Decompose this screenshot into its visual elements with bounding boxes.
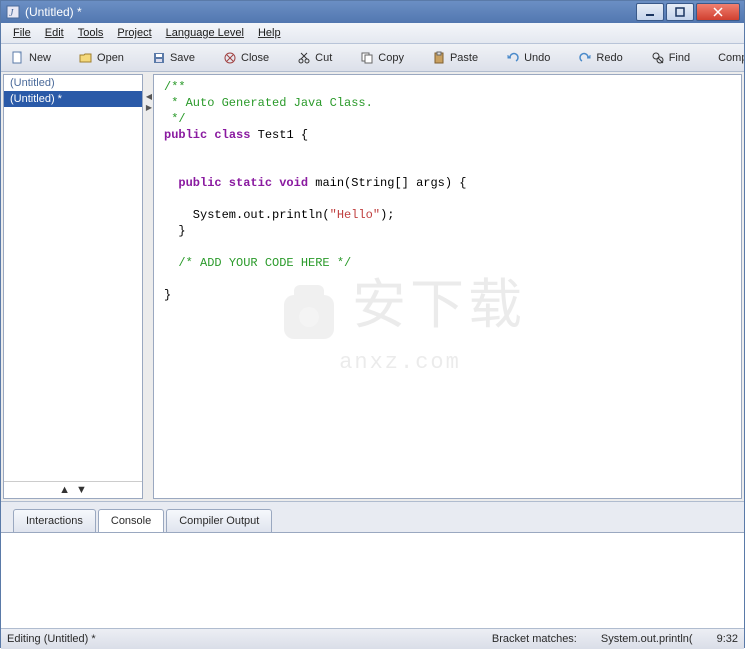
save-button[interactable]: Save xyxy=(152,51,195,65)
menubar: File Edit Tools Project Language Level H… xyxy=(1,23,744,44)
redo-button[interactable]: Redo xyxy=(578,51,622,65)
code-token: Test1 { xyxy=(250,128,308,142)
status-bracket-match: System.out.println( xyxy=(601,633,693,645)
save-label: Save xyxy=(170,52,195,64)
code-token: void xyxy=(272,176,308,190)
cut-label: Cut xyxy=(315,52,332,64)
tab-compiler-output[interactable]: Compiler Output xyxy=(166,509,272,532)
vertical-splitter[interactable]: ◀ ▶ xyxy=(145,72,153,501)
menu-file[interactable]: File xyxy=(7,25,37,41)
file-item[interactable]: (Untitled) * xyxy=(4,91,142,107)
code-line: */ xyxy=(164,112,186,126)
file-list: (Untitled) (Untitled) * xyxy=(4,75,142,481)
redo-label: Redo xyxy=(596,52,622,64)
file-sidebar: (Untitled) (Untitled) * ▲ ▼ xyxy=(3,74,143,499)
undo-label: Undo xyxy=(524,52,550,64)
main-area: (Untitled) (Untitled) * ▲ ▼ ◀ ▶ /** * Au… xyxy=(1,72,744,501)
close-toolbar-button[interactable]: Close xyxy=(223,51,269,65)
code-token: class xyxy=(207,128,250,142)
window-titlebar: J (Untitled) * xyxy=(1,1,744,23)
code-token: public xyxy=(164,128,207,142)
sidebar-down-icon[interactable]: ▼ xyxy=(76,484,87,496)
splitter-arrow-left-icon[interactable]: ◀ xyxy=(146,92,152,101)
menu-tools[interactable]: Tools xyxy=(72,25,110,41)
code-editor[interactable]: /** * Auto Generated Java Class. */ publ… xyxy=(153,74,742,499)
compile-label: Comp xyxy=(718,52,744,64)
find-button[interactable]: Find xyxy=(651,51,690,65)
minimize-button[interactable] xyxy=(636,3,664,21)
code-token: System.out.println( xyxy=(164,208,330,222)
open-label: Open xyxy=(97,52,124,64)
close-label: Close xyxy=(241,52,269,64)
cut-button[interactable]: Cut xyxy=(297,51,332,65)
toolbar: New Open Save Close Cut Copy Paste Undo … xyxy=(1,44,744,72)
compile-button[interactable]: Comp xyxy=(718,52,744,64)
svg-text:J: J xyxy=(9,8,14,19)
code-token: static xyxy=(222,176,272,190)
close-file-icon xyxy=(223,51,237,65)
code-line: } xyxy=(164,288,171,302)
splitter-arrow-right-icon[interactable]: ▶ xyxy=(146,103,152,112)
code-token: */ xyxy=(330,256,352,270)
open-button[interactable]: Open xyxy=(79,51,124,65)
save-icon xyxy=(152,51,166,65)
undo-button[interactable]: Undo xyxy=(506,51,550,65)
cut-icon xyxy=(297,51,311,65)
status-left: Editing (Untitled) * xyxy=(7,633,96,645)
status-bracket-label: Bracket matches: xyxy=(492,633,577,645)
paste-label: Paste xyxy=(450,52,478,64)
console-panel[interactable] xyxy=(1,532,744,628)
bottom-tab-bar: Interactions Console Compiler Output xyxy=(1,501,744,532)
code-token: main(String[] args) { xyxy=(308,176,466,190)
find-label: Find xyxy=(669,52,690,64)
new-label: New xyxy=(29,52,51,64)
code-line: } xyxy=(164,224,186,238)
paste-button[interactable]: Paste xyxy=(432,51,478,65)
copy-icon xyxy=(360,51,374,65)
copy-button[interactable]: Copy xyxy=(360,51,404,65)
app-icon: J xyxy=(5,4,21,20)
status-cursor-position: 9:32 xyxy=(717,633,738,645)
redo-icon xyxy=(578,51,592,65)
menu-language-level[interactable]: Language Level xyxy=(160,25,250,41)
new-button[interactable]: New xyxy=(11,51,51,65)
code-line: * Auto Generated Java Class. xyxy=(164,96,373,110)
code-token: "Hello" xyxy=(330,208,380,222)
status-bar: Editing (Untitled) * Bracket matches: Sy… xyxy=(1,628,744,649)
find-icon xyxy=(651,51,665,65)
close-button[interactable] xyxy=(696,3,740,21)
copy-label: Copy xyxy=(378,52,404,64)
paste-icon xyxy=(432,51,446,65)
file-item[interactable]: (Untitled) xyxy=(4,75,142,91)
code-token: public xyxy=(164,176,222,190)
menu-project[interactable]: Project xyxy=(111,25,157,41)
code-line: /** xyxy=(164,80,186,94)
code-token: /* xyxy=(164,256,200,270)
tab-console[interactable]: Console xyxy=(98,509,164,532)
maximize-button[interactable] xyxy=(666,3,694,21)
code-token: ADD YOUR CODE HERE xyxy=(200,256,330,270)
menu-help[interactable]: Help xyxy=(252,25,287,41)
window-title: (Untitled) * xyxy=(25,5,82,19)
menu-edit[interactable]: Edit xyxy=(39,25,70,41)
new-icon xyxy=(11,51,25,65)
open-icon xyxy=(79,51,93,65)
undo-icon xyxy=(506,51,520,65)
tab-interactions[interactable]: Interactions xyxy=(13,509,96,532)
watermark-text: 安下载 xyxy=(352,302,526,318)
code-token: ); xyxy=(380,208,394,222)
sidebar-nav: ▲ ▼ xyxy=(4,481,142,498)
watermark-sub: anxz.com xyxy=(339,355,461,371)
sidebar-up-icon[interactable]: ▲ xyxy=(59,484,70,496)
